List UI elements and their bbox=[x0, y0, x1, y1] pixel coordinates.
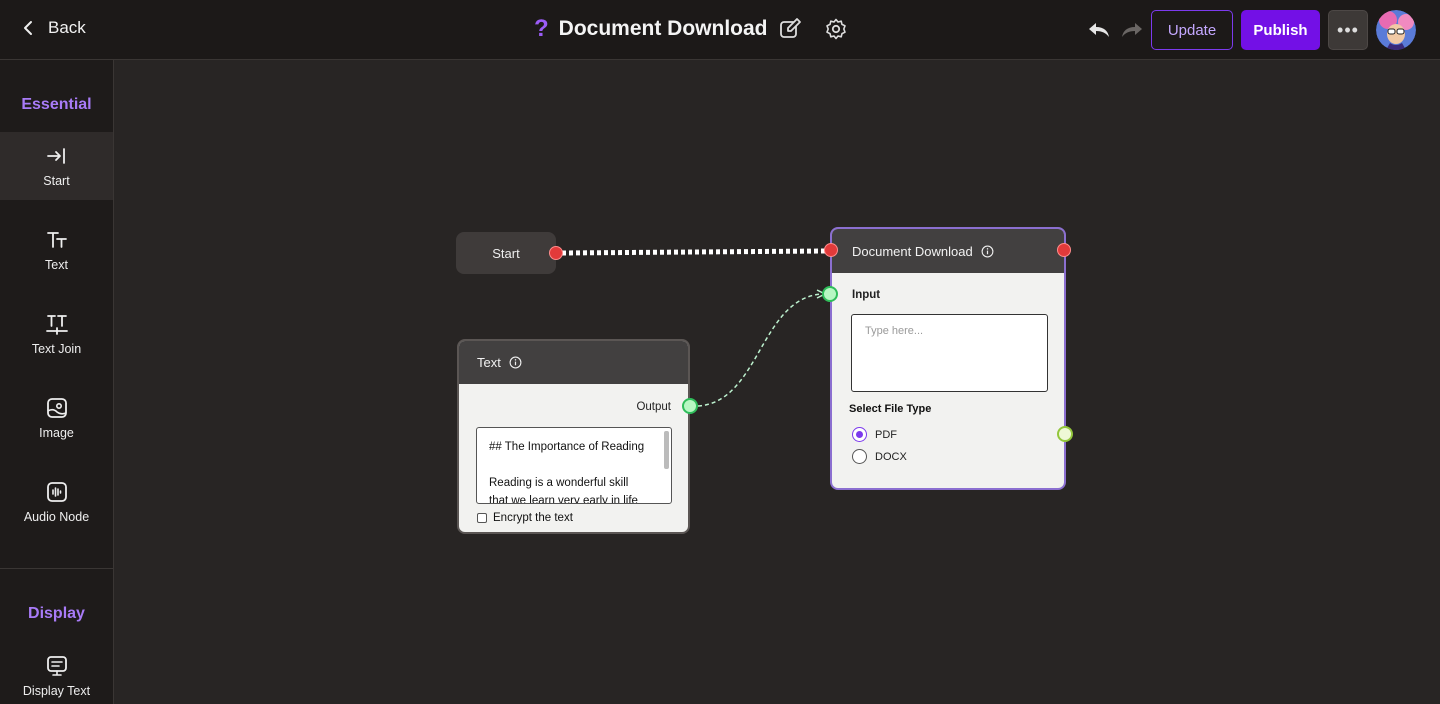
redo-icon[interactable] bbox=[1119, 18, 1145, 42]
input-label: Input bbox=[852, 289, 881, 301]
text-node-header: Text bbox=[459, 341, 688, 384]
text-content-line: ## The Importance of Reading bbox=[489, 441, 645, 453]
document-output-handle[interactable] bbox=[1057, 426, 1073, 442]
encrypt-option[interactable]: Encrypt the text bbox=[477, 512, 573, 524]
option-label: DOCX bbox=[875, 450, 907, 463]
text-content-input[interactable]: ## The Importance of Reading Reading is … bbox=[476, 427, 672, 504]
text-join-icon bbox=[45, 312, 69, 336]
edit-icon[interactable] bbox=[778, 17, 802, 41]
textbox-scrollbar[interactable] bbox=[664, 431, 669, 469]
sidebar-item-start[interactable]: Start bbox=[0, 132, 113, 200]
page-title: Document Download bbox=[558, 17, 768, 40]
text-node[interactable]: Text Output ## The Importance of Reading… bbox=[457, 339, 690, 534]
update-button[interactable]: Update bbox=[1151, 10, 1233, 50]
more-options-button[interactable]: ••• bbox=[1328, 10, 1368, 50]
encrypt-label: Encrypt the text bbox=[493, 512, 573, 524]
arrow-right-to-bar-icon bbox=[45, 144, 69, 168]
text-icon bbox=[45, 228, 69, 252]
connection-wires bbox=[561, 248, 827, 407]
gear-icon[interactable] bbox=[824, 17, 848, 41]
sidebar-item-text[interactable]: Text bbox=[0, 216, 113, 284]
start-node-label: Start bbox=[492, 245, 520, 261]
sidebar-item-label: Text bbox=[45, 258, 68, 272]
top-bar: Back ? Document Download Update Publish … bbox=[0, 0, 1440, 60]
option-label: PDF bbox=[875, 428, 897, 441]
sidebar-item-label: Start bbox=[43, 174, 70, 188]
audio-icon bbox=[45, 480, 69, 504]
sidebar-item-label: Image bbox=[39, 426, 74, 440]
avatar[interactable] bbox=[1376, 10, 1416, 50]
text-content-line: Reading is a wonderful skill that we lea… bbox=[489, 477, 638, 504]
publish-button[interactable]: Publish bbox=[1241, 10, 1320, 50]
document-input-handle-top[interactable] bbox=[824, 243, 838, 257]
file-type-option-pdf[interactable]: PDF bbox=[852, 427, 897, 442]
start-output-handle[interactable] bbox=[549, 246, 563, 260]
output-label: Output bbox=[636, 401, 671, 413]
sidebar-item-label: Text Join bbox=[31, 342, 82, 356]
text-node-title: Text bbox=[477, 355, 501, 370]
workflow-title-group: ? Document Download bbox=[534, 16, 848, 42]
sidebar-item-label: Audio Node bbox=[23, 510, 90, 524]
text-to-document-connection bbox=[697, 293, 823, 407]
sidebar-item-audio-node[interactable]: Audio Node bbox=[0, 468, 113, 536]
image-icon bbox=[45, 396, 69, 420]
undo-icon[interactable] bbox=[1086, 18, 1112, 42]
display-text-icon bbox=[45, 654, 69, 678]
sidebar-item-image[interactable]: Image bbox=[0, 384, 113, 452]
start-node[interactable]: Start bbox=[456, 232, 556, 274]
document-input-field[interactable]: Type here... bbox=[851, 314, 1048, 392]
document-download-header: Document Download bbox=[832, 229, 1064, 273]
section-title-essential: Essential bbox=[21, 96, 92, 113]
file-type-option-docx[interactable]: DOCX bbox=[852, 449, 907, 464]
question-mark-icon: ? bbox=[534, 15, 549, 42]
file-type-label: Select File Type bbox=[849, 403, 932, 415]
chevron-left-icon bbox=[24, 21, 32, 35]
back-button[interactable]: Back bbox=[20, 18, 86, 38]
document-download-node[interactable]: Document Download Input Type here... Sel… bbox=[830, 227, 1066, 490]
sidebar-item-text-join[interactable]: Text Join bbox=[0, 300, 113, 368]
info-icon[interactable] bbox=[981, 245, 994, 258]
node-palette-sidebar: Essential Start Text Text Join Image Aud… bbox=[0, 60, 114, 704]
radio-docx[interactable] bbox=[852, 449, 867, 464]
text-output-handle[interactable] bbox=[682, 398, 698, 414]
document-download-title: Document Download bbox=[852, 243, 973, 259]
document-input-handle[interactable] bbox=[822, 286, 838, 302]
start-to-document-connection bbox=[561, 248, 826, 256]
info-icon[interactable] bbox=[509, 356, 522, 369]
radio-pdf[interactable] bbox=[852, 427, 867, 442]
encrypt-checkbox[interactable] bbox=[477, 513, 487, 523]
sidebar-item-label: Display Text bbox=[22, 684, 91, 698]
document-output-handle-top[interactable] bbox=[1057, 243, 1071, 257]
sidebar-divider bbox=[0, 568, 113, 569]
back-label: Back bbox=[48, 18, 86, 37]
sidebar-item-display-text[interactable]: Display Text bbox=[0, 642, 113, 704]
section-title-display: Display bbox=[28, 605, 85, 622]
